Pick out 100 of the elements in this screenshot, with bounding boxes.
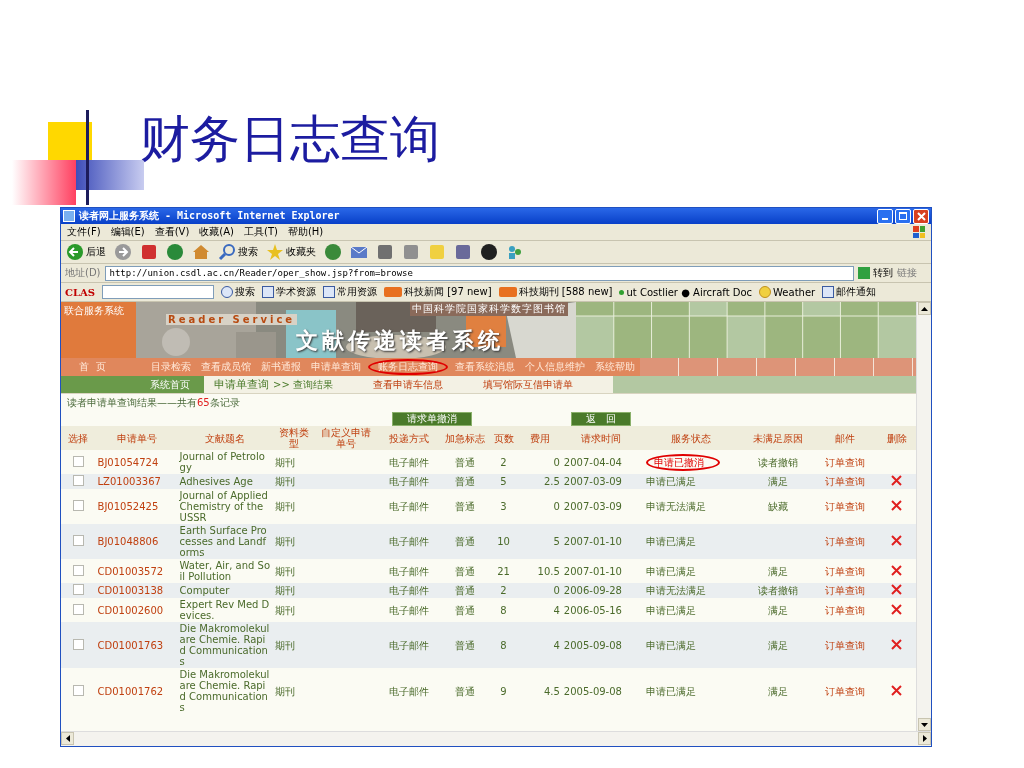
home-tab[interactable]: 系统首页 <box>136 376 204 393</box>
links-bar-item[interactable]: ut Costlier ● Aircraft Doc <box>619 286 753 298</box>
section-title: 申请单查询 <box>214 377 269 392</box>
back-icon <box>66 243 84 261</box>
order-query-link[interactable]: 订单查询 <box>824 501 865 512</box>
links-bar-item[interactable]: 邮件通知 <box>822 285 877 299</box>
order-query-link[interactable]: 订单查询 <box>824 639 865 651</box>
column-header: 费用 <box>518 426 562 450</box>
menu-item[interactable]: 帮助(H) <box>287 225 324 239</box>
title-cell: Water, Air, and Soil Pollution <box>179 560 271 582</box>
delete-icon[interactable] <box>891 638 902 650</box>
checkbox[interactable] <box>72 475 84 486</box>
horizontal-scrollbar[interactable] <box>61 731 931 746</box>
date-cell: 2007-04-04 <box>563 456 622 468</box>
sub-link[interactable]: 查看申请车信息 <box>372 377 443 392</box>
delete-icon[interactable] <box>891 603 902 615</box>
fee-cell: 5 <box>553 536 560 547</box>
request-id-link[interactable]: CD01002600 <box>97 604 164 616</box>
order-query-link[interactable]: 订单查询 <box>824 565 865 577</box>
column-header: 未满足原因 <box>743 426 813 450</box>
delete-icon[interactable] <box>891 500 902 511</box>
links-bar-item[interactable]: 常用资源 <box>323 285 377 299</box>
delete-icon[interactable] <box>891 684 902 696</box>
delete-icon[interactable] <box>891 564 902 576</box>
scroll-down-icon[interactable] <box>917 718 931 731</box>
links-bar-item[interactable]: 科技期刊 [588 new] <box>498 285 613 299</box>
scroll-up-icon[interactable] <box>917 302 931 315</box>
pages-cell: 2 <box>500 456 507 468</box>
links-bar-item[interactable]: 搜索 <box>221 285 255 299</box>
windows-logo-icon <box>913 226 925 238</box>
search-field[interactable] <box>102 285 214 299</box>
vertical-scrollbar[interactable] <box>916 302 931 731</box>
result-suffix: 条记录 <box>209 397 240 408</box>
reason-cell: 满足 <box>767 639 788 651</box>
order-query-link[interactable]: 订单查询 <box>824 456 865 468</box>
scroll-left-icon[interactable] <box>61 732 74 745</box>
checkbox[interactable] <box>72 564 84 576</box>
cancel-request-button[interactable]: 请求单撤消 <box>392 412 473 426</box>
app-icon <box>63 210 75 222</box>
date-cell: 2007-03-09 <box>563 501 622 512</box>
menu-item[interactable]: 编辑(E) <box>110 225 145 239</box>
checkbox[interactable] <box>72 500 84 511</box>
reason-cell: 缺藏 <box>767 501 788 512</box>
reason-cell: 满足 <box>767 685 788 697</box>
checkbox[interactable] <box>72 638 84 650</box>
toolbar-button[interactable]: 搜索 <box>217 242 259 262</box>
delete-icon[interactable] <box>891 584 902 595</box>
go-button[interactable]: 转到 <box>858 266 893 280</box>
order-query-link[interactable]: 订单查询 <box>824 685 865 697</box>
status-cell: 申请已撤消 <box>645 453 720 471</box>
order-query-link[interactable]: 订单查询 <box>824 604 865 616</box>
status-cell: 申请无法满足 <box>645 585 706 596</box>
close-button[interactable] <box>913 208 929 224</box>
menu-item[interactable]: 收藏(A) <box>199 225 234 239</box>
request-id-link[interactable]: CD01001762 <box>97 685 164 697</box>
status-cell: 申请已满足 <box>645 685 696 697</box>
links-bar-item[interactable]: 学术资源 <box>262 285 316 299</box>
links-bar-item[interactable]: 科技新闻 [97 new] <box>384 285 492 299</box>
minimize-button[interactable] <box>877 208 893 224</box>
toolbar-button[interactable]: 后退 <box>65 242 107 262</box>
title-cell: Die Makromolekulare Chemie. Rapid Communications <box>179 623 270 667</box>
toolbar-button[interactable]: 收藏夹 <box>265 242 317 262</box>
status-cell: 申请无法满足 <box>645 501 706 512</box>
order-query-link[interactable]: 订单查询 <box>824 536 865 547</box>
delivery-cell: 电子邮件 <box>388 501 429 512</box>
delivery-cell: 电子邮件 <box>388 639 429 651</box>
sub-link[interactable]: 填写馆际互借申请单 <box>482 377 573 392</box>
request-id-link[interactable]: CD01003572 <box>97 565 164 577</box>
pages-cell: 8 <box>500 639 507 651</box>
type-cell: 期刊 <box>274 456 295 468</box>
checkbox[interactable] <box>72 584 84 595</box>
status-cell: 申请已满足 <box>645 536 696 547</box>
checkbox[interactable] <box>72 603 84 615</box>
links-bar-item[interactable]: Weather <box>759 286 816 298</box>
back-button[interactable]: 返 回 <box>570 412 631 426</box>
type-cell: 期刊 <box>274 565 295 577</box>
delivery-cell: 电子邮件 <box>388 565 429 577</box>
pages-cell: 3 <box>500 501 507 512</box>
scroll-right-icon[interactable] <box>918 732 931 745</box>
urgency-cell: 普通 <box>454 536 475 547</box>
window-title: 读者网上服务系统 - Microsoft Internet Explorer <box>79 209 341 223</box>
column-header: 邮件 <box>812 426 877 450</box>
request-id-link[interactable]: BJ01054724 <box>97 456 159 468</box>
checkbox[interactable] <box>72 684 84 696</box>
date-cell: 2007-01-10 <box>563 565 622 577</box>
menu-item[interactable]: 文件(F) <box>67 225 101 239</box>
menu-item[interactable]: 查看(V) <box>154 225 190 239</box>
checkbox[interactable] <box>72 535 84 546</box>
type-cell: 期刊 <box>274 685 295 697</box>
delete-icon[interactable] <box>891 475 902 486</box>
menu-item[interactable]: 工具(T) <box>244 225 278 239</box>
address-field[interactable]: http://union.csdl.ac.cn/Reader/oper_show.jsp?from=browse <box>104 265 854 281</box>
delete-icon[interactable] <box>891 535 902 546</box>
checkbox[interactable] <box>72 455 84 467</box>
links-button[interactable]: 链接 <box>897 266 927 280</box>
column-header: 加急标志 <box>440 426 489 450</box>
reason-cell: 读者撤销 <box>757 456 798 468</box>
request-id-link[interactable]: BJ01052425 <box>97 501 159 512</box>
maximize-button[interactable] <box>895 208 911 224</box>
urgency-cell: 普通 <box>454 685 475 697</box>
